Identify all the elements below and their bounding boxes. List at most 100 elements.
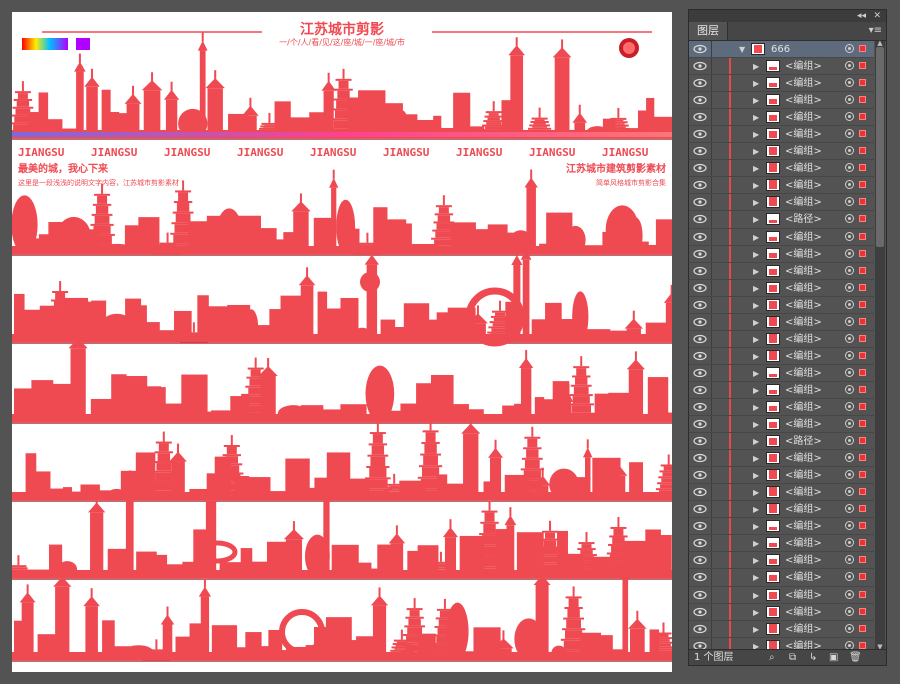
layer-row[interactable]: ▶ <编组>: [689, 330, 874, 348]
selection-indicator[interactable]: [859, 641, 866, 649]
selection-indicator[interactable]: [859, 130, 866, 138]
layer-row[interactable]: ▶ <编组>: [689, 501, 874, 519]
artboard[interactable]: 江苏城市剪影 一/个/人/看/见/这/座/城/一/座/城/市 JIANGSU JIAN…: [12, 12, 672, 672]
expand-toggle-icon[interactable]: ▶: [753, 246, 759, 263]
selection-indicator[interactable]: [859, 505, 866, 513]
eye-icon[interactable]: [693, 61, 707, 71]
layer-row[interactable]: ▶ <编组>: [689, 194, 874, 212]
close-panel-icon[interactable]: ✕: [873, 10, 881, 22]
layer-list[interactable]: ▼ 666 ▶ <编组> ▶ <编组> ▶ <编组> ▶ <编组> ▶ <编组> ▶ <编组> ▶ <编组…: [689, 41, 874, 651]
target-icon[interactable]: [845, 163, 854, 173]
expand-toggle-icon[interactable]: ▶: [753, 229, 759, 246]
target-icon[interactable]: [845, 589, 854, 599]
expand-toggle-icon[interactable]: ▶: [753, 75, 759, 92]
selection-indicator[interactable]: [859, 573, 866, 581]
eye-icon[interactable]: [693, 487, 707, 497]
expand-toggle-icon[interactable]: ▶: [753, 382, 759, 399]
target-icon[interactable]: [845, 129, 854, 139]
layer-row[interactable]: ▶ <编组>: [689, 586, 874, 604]
search-icon[interactable]: ⌕: [769, 650, 775, 665]
eye-icon[interactable]: [693, 283, 707, 293]
eye-icon[interactable]: [693, 572, 707, 582]
expand-toggle-icon[interactable]: ▶: [753, 58, 759, 75]
layer-row[interactable]: ▶ <编组>: [689, 126, 874, 144]
target-icon[interactable]: [845, 606, 854, 616]
target-icon[interactable]: [845, 61, 854, 71]
selection-indicator[interactable]: [859, 624, 866, 632]
selection-indicator[interactable]: [859, 45, 866, 52]
selection-indicator[interactable]: [859, 522, 866, 530]
target-icon[interactable]: [845, 470, 854, 480]
target-icon[interactable]: [845, 521, 854, 531]
selection-indicator[interactable]: [859, 607, 866, 615]
layer-row[interactable]: ▶ <编组>: [689, 177, 874, 195]
eye-icon[interactable]: [693, 249, 707, 259]
selection-indicator[interactable]: [859, 113, 866, 121]
expand-toggle-icon[interactable]: ▶: [753, 587, 759, 604]
eye-icon[interactable]: [693, 317, 707, 327]
target-icon[interactable]: [845, 350, 854, 360]
selection-indicator[interactable]: [859, 385, 866, 393]
layer-row[interactable]: ▶ <编组>: [689, 347, 874, 365]
document-canvas[interactable]: 江苏城市剪影 一/个/人/看/见/这/座/城/一/座/城/市 JIANGSU JIAN…: [0, 0, 685, 684]
eye-icon[interactable]: [693, 214, 707, 224]
selection-indicator[interactable]: [859, 283, 866, 291]
expand-toggle-icon[interactable]: ▶: [753, 160, 759, 177]
selection-indicator[interactable]: [859, 334, 866, 342]
expand-toggle-icon[interactable]: ▶: [753, 126, 759, 143]
layers-scrollbar[interactable]: ▲ ▼: [875, 39, 885, 651]
selection-indicator[interactable]: [859, 266, 866, 274]
layer-row[interactable]: ▶ <编组>: [689, 75, 874, 93]
target-icon[interactable]: [845, 146, 854, 156]
expand-toggle-icon[interactable]: ▶: [753, 365, 759, 382]
expand-toggle-icon[interactable]: ▶: [753, 92, 759, 109]
target-icon[interactable]: [845, 623, 854, 633]
layer-row[interactable]: ▶ <编组>: [689, 552, 874, 570]
selection-indicator[interactable]: [859, 96, 866, 104]
layer-row[interactable]: ▶ <编组>: [689, 160, 874, 178]
expand-toggle-icon[interactable]: ▶: [753, 433, 759, 450]
eye-icon[interactable]: [693, 538, 707, 548]
target-icon[interactable]: [845, 214, 854, 224]
expand-toggle-icon[interactable]: ▶: [753, 467, 759, 484]
selection-indicator[interactable]: [859, 147, 866, 155]
layer-row[interactable]: ▶ <编组>: [689, 143, 874, 161]
expand-toggle-icon[interactable]: ▶: [753, 331, 759, 348]
eye-icon[interactable]: [693, 129, 707, 139]
selection-indicator[interactable]: [859, 402, 866, 410]
layer-row[interactable]: ▶ <编组>: [689, 518, 874, 536]
target-icon[interactable]: [845, 572, 854, 582]
expand-toggle-icon[interactable]: ▶: [753, 569, 759, 586]
expand-toggle-icon[interactable]: ▶: [753, 211, 759, 228]
layer-row[interactable]: ▶ <编组>: [689, 381, 874, 399]
selection-indicator[interactable]: [859, 488, 866, 496]
layer-row[interactable]: ▶ <编组>: [689, 296, 874, 314]
expand-toggle-icon[interactable]: ▶: [753, 109, 759, 126]
new-layer-icon[interactable]: ▣: [829, 650, 838, 665]
target-icon[interactable]: [845, 95, 854, 105]
expand-toggle-icon[interactable]: ▶: [753, 194, 759, 211]
layer-row[interactable]: ▶ <编组>: [689, 484, 874, 502]
eye-icon[interactable]: [693, 232, 707, 242]
eye-icon[interactable]: [693, 266, 707, 276]
selection-indicator[interactable]: [859, 556, 866, 564]
target-icon[interactable]: [845, 504, 854, 514]
selection-indicator[interactable]: [859, 181, 866, 189]
expand-toggle-icon[interactable]: ▶: [753, 177, 759, 194]
expand-toggle-icon[interactable]: ▶: [753, 263, 759, 280]
target-icon[interactable]: [845, 555, 854, 565]
expand-toggle-icon[interactable]: ▶: [753, 314, 759, 331]
layer-row[interactable]: ▶ <编组>: [689, 535, 874, 553]
eye-icon[interactable]: [693, 504, 707, 514]
expand-toggle-icon[interactable]: ▶: [753, 604, 759, 621]
new-sublayer-icon[interactable]: ↳: [809, 650, 817, 665]
expand-toggle-icon[interactable]: ▶: [753, 552, 759, 569]
layer-row[interactable]: ▶ <编组>: [689, 245, 874, 263]
selection-indicator[interactable]: [859, 454, 866, 462]
scroll-thumb[interactable]: [876, 47, 884, 247]
selection-indicator[interactable]: [859, 215, 866, 223]
expand-toggle-icon[interactable]: ▶: [753, 416, 759, 433]
collect-icon[interactable]: ⧉: [789, 650, 796, 665]
eye-icon[interactable]: [693, 44, 707, 54]
layer-row[interactable]: ▶ <编组>: [689, 92, 874, 110]
